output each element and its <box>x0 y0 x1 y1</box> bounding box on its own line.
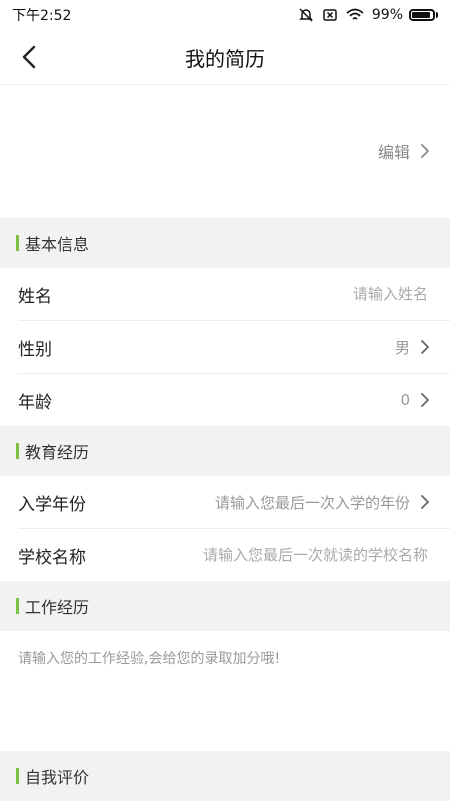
chevron-right-icon <box>421 393 429 407</box>
profile-header: 编辑 <box>0 85 450 218</box>
enrollment-year-label: 入学年份 <box>18 494 86 515</box>
age-row[interactable]: 年龄 0 <box>18 374 450 426</box>
status-time: 下午2:52 <box>12 8 72 24</box>
age-value: 0 <box>400 391 410 409</box>
chevron-right-icon <box>421 144 429 158</box>
battery-tip <box>436 12 438 18</box>
section-accent-bar <box>16 598 19 614</box>
back-button[interactable] <box>14 42 44 72</box>
section-title: 工作经历 <box>25 598 90 617</box>
battery-icon <box>409 9 435 21</box>
section-title: 基本信息 <box>25 235 90 254</box>
section-accent-bar <box>16 235 19 251</box>
edit-button[interactable]: 编辑 <box>378 139 430 163</box>
mute-alarm-icon <box>298 7 314 23</box>
gender-value: 男 <box>394 338 410 357</box>
enrollment-year-placeholder: 请输入您最后一次入学的年份 <box>214 493 410 512</box>
section-title: 教育经历 <box>25 443 90 462</box>
status-bar: 下午2:52 99% <box>0 0 450 30</box>
chevron-right-icon <box>421 340 429 354</box>
nav-bar: 我的简历 <box>0 30 450 85</box>
page-title: 我的简历 <box>185 46 265 71</box>
sim-x-icon <box>322 7 338 23</box>
edit-label: 编辑 <box>377 143 410 162</box>
section-header-basic-info: 基本信息 <box>0 218 450 268</box>
gender-row[interactable]: 性别 男 <box>18 321 450 374</box>
section-accent-bar <box>16 768 19 784</box>
age-label: 年龄 <box>18 392 52 413</box>
work-experience-textarea[interactable] <box>0 631 450 751</box>
chevron-left-icon <box>22 45 36 69</box>
gender-label: 性别 <box>18 339 52 360</box>
section-header-self-evaluation: 自我评价 <box>0 751 450 801</box>
name-input[interactable] <box>226 284 430 304</box>
enrollment-year-row[interactable]: 入学年份 请输入您最后一次入学的年份 <box>18 476 450 529</box>
school-name-row: 学校名称 <box>18 529 450 581</box>
status-icons: 99% <box>298 7 438 23</box>
chevron-right-icon <box>421 495 429 509</box>
section-title: 自我评价 <box>25 768 90 787</box>
battery-fill <box>412 12 430 18</box>
battery-indicator: 99% <box>372 7 438 23</box>
school-name-label: 学校名称 <box>18 547 86 568</box>
wifi-icon <box>346 8 364 22</box>
section-header-work: 工作经历 <box>0 581 450 631</box>
section-accent-bar <box>16 443 19 459</box>
school-name-input[interactable] <box>176 545 430 565</box>
battery-percent: 99% <box>371 7 403 23</box>
section-header-education: 教育经历 <box>0 426 450 476</box>
name-row: 姓名 <box>18 268 450 321</box>
name-label: 姓名 <box>18 286 52 307</box>
